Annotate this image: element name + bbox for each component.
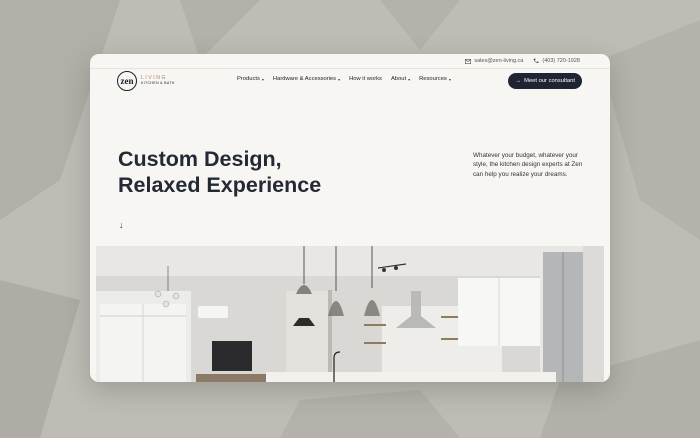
nav-label: Hardware & Accessories [272, 76, 337, 82]
hero-description: Whatever your budget, whatever your styl… [473, 152, 583, 178]
nav-label: Products [237, 76, 260, 82]
contact-email[interactable]: sales@zen-living.ca [465, 58, 523, 64]
chevron-down-icon: ▾ [261, 76, 264, 82]
nav-label: About [390, 76, 407, 82]
hero-title-line1: Custom Design, [118, 147, 282, 171]
logo-mark: zen [117, 71, 137, 91]
nav-label: Resources [419, 76, 447, 82]
email-text: sales@zen-living.ca [474, 58, 524, 64]
cta-label: Meet our consultant [524, 78, 575, 84]
nav-item-resources[interactable]: Resources ▾ [419, 76, 451, 82]
chevron-down-icon: ▾ [338, 76, 341, 82]
contact-bar: sales@zen-living.ca (403) 720-1928 [90, 54, 610, 69]
nav-item-about[interactable]: About ▾ [391, 76, 410, 82]
phone-text: (403) 720-1928 [542, 58, 580, 64]
hero-title: Custom Design, Relaxed Experience [118, 147, 321, 199]
scroll-down-icon[interactable]: ↓ [119, 220, 124, 230]
arrow-right-icon: → [515, 78, 522, 84]
hero-title-line2: Relaxed Experience [118, 172, 322, 197]
logo-line2: KITCHEN & BATH [141, 81, 175, 86]
chevron-down-icon: ▾ [448, 76, 451, 82]
nav-label: How it works [349, 76, 382, 82]
nav-item-hardware-accessories[interactable]: Hardware & Accessories ▾ [273, 76, 340, 82]
nav-item-products[interactable]: Products ▾ [237, 76, 264, 82]
mail-icon [465, 58, 472, 64]
meet-consultant-button[interactable]: → Meet our consultant [508, 73, 582, 89]
phone-icon [533, 58, 539, 64]
zen-living-logo[interactable]: zen LIVING KITCHEN & BATH [117, 71, 175, 91]
contact-phone[interactable]: (403) 720-1928 [533, 58, 580, 64]
browser-window: sales@zen-living.ca (403) 720-1928 zen L… [90, 54, 610, 382]
chevron-down-icon: ▾ [408, 76, 411, 82]
main-nav: Products ▾ Hardware & Accessories ▾ How … [237, 76, 451, 82]
kitchen-hero-image [96, 246, 604, 382]
nav-item-how-it-works[interactable]: How it works [349, 76, 382, 82]
